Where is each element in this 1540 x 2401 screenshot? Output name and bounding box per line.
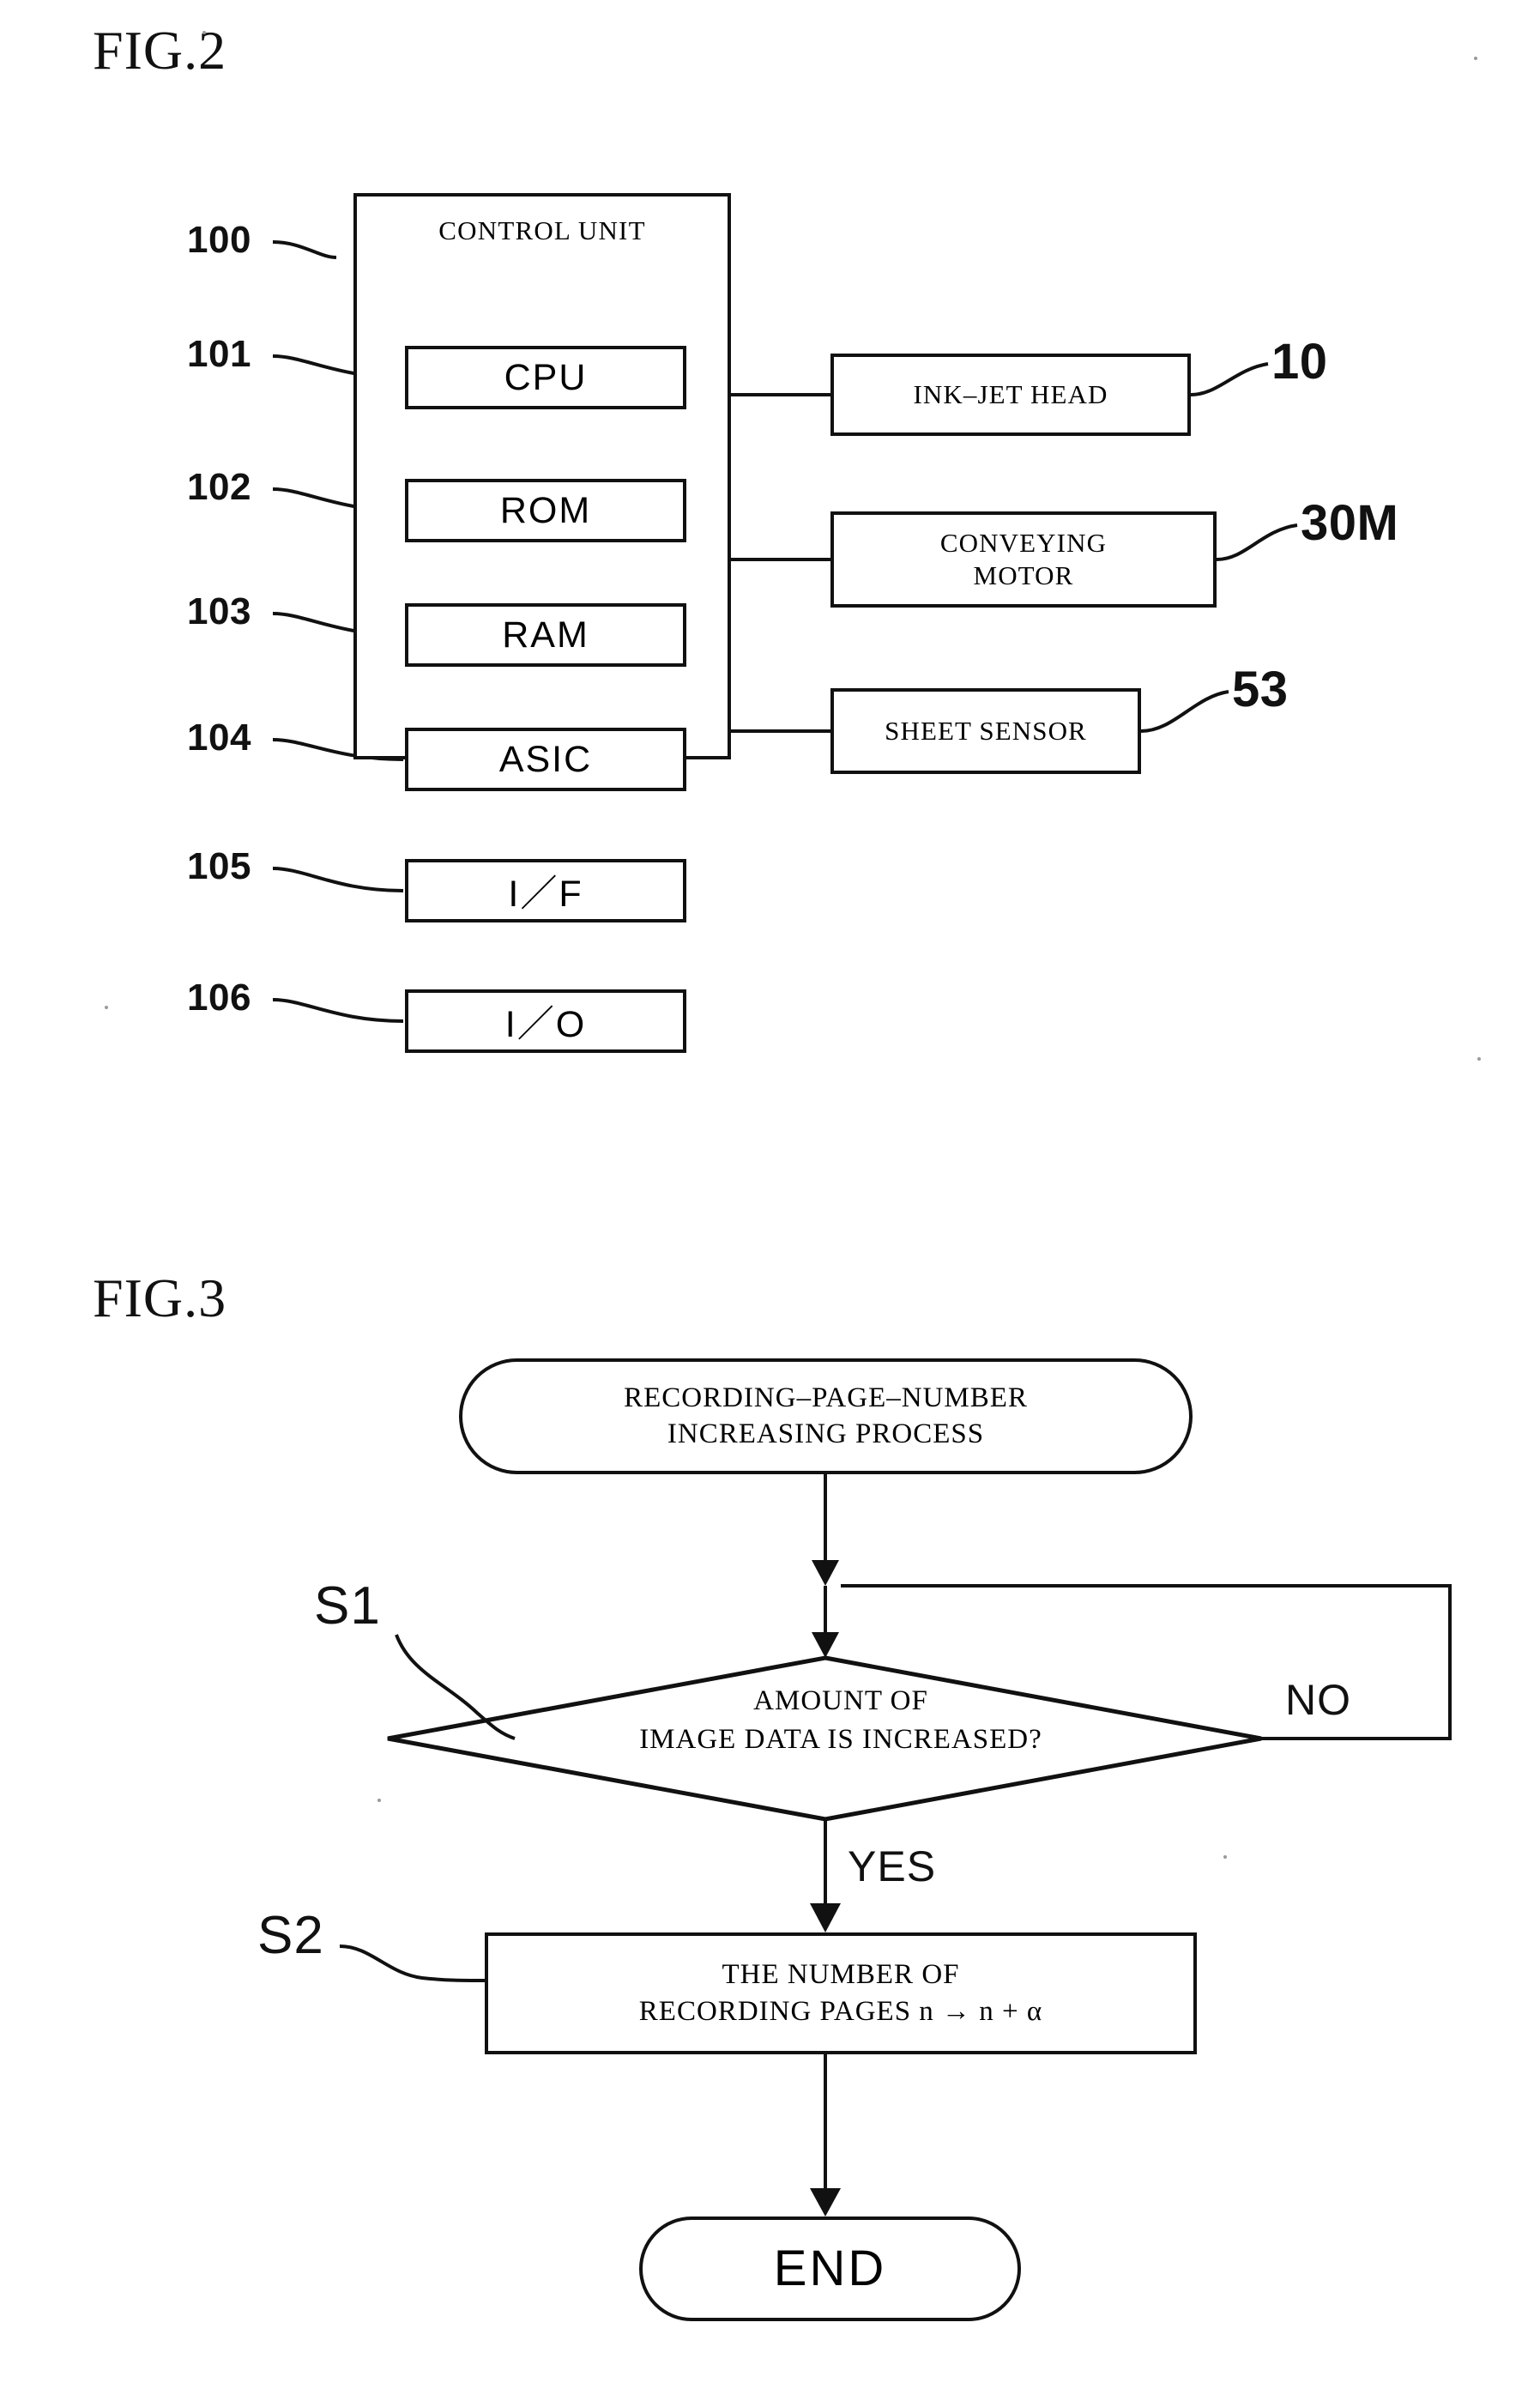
component-box-rom: ROM: [405, 479, 686, 542]
scan-speck: [202, 31, 206, 34]
peripheral-box-sheet-sensor: SHEET SENSOR: [830, 688, 1141, 774]
reference-numeral-30m: 30M: [1301, 495, 1399, 551]
scan-speck: [1477, 1057, 1481, 1061]
arrowhead-yes: [810, 1903, 841, 1932]
component-box-asic: ASIC: [405, 728, 686, 791]
decision-label: AMOUNT OF IMAGE DATA IS INCREASED?: [639, 1685, 1042, 1755]
control-unit-label: CONTROL UNIT: [438, 215, 646, 245]
peripheral-box-conveying-motor: CONVEYING MOTOR: [830, 511, 1217, 608]
reference-numeral-100: 100: [187, 219, 251, 261]
peripheral-box-ink-jet-head: INK–JET HEAD: [830, 354, 1191, 436]
step-label-s1: S1: [314, 1576, 381, 1636]
reference-numeral-103: 103: [187, 590, 251, 632]
arrowhead-junction: [812, 1560, 839, 1586]
figure-2-title: FIG.2: [93, 20, 227, 81]
reference-numeral-10: 10: [1271, 334, 1328, 390]
leader-line-30m: [1216, 523, 1298, 561]
component-box-if: I／F: [405, 859, 686, 922]
leader-line-53: [1140, 690, 1229, 733]
component-box-ram: RAM: [405, 603, 686, 667]
process-box-label: THE NUMBER OF RECORDING PAGES n → n + α: [638, 1959, 1043, 2027]
start-terminal-label: RECORDING–PAGE–NUMBER INCREASING PROCESS: [624, 1382, 1028, 1449]
scan-speck: [1223, 1855, 1227, 1859]
reference-numeral-101: 101: [187, 333, 251, 375]
scan-speck: [1474, 57, 1477, 60]
flowchart-end-terminal: END: [639, 2217, 1021, 2321]
scan-speck: [105, 1006, 108, 1009]
arrowhead-decision-top: [812, 1632, 839, 1658]
flowchart-process-box: THE NUMBER OF RECORDING PAGES n → n + α: [485, 1932, 1197, 2054]
step-label-s2: S2: [257, 1906, 324, 1965]
leader-line-100: [272, 240, 337, 259]
flowchart-start-terminal: RECORDING–PAGE–NUMBER INCREASING PROCESS: [459, 1358, 1193, 1474]
leader-line-10: [1190, 362, 1269, 396]
branch-label-yes: YES: [848, 1842, 937, 1890]
patent-figure-sheet: FIG.2 CONTROL UNIT CPU ROM RAM ASIC I／F …: [0, 0, 1540, 2401]
reference-numeral-106: 106: [187, 977, 251, 1019]
reference-numeral-104: 104: [187, 717, 251, 759]
peripheral-label-conveying-motor: CONVEYING MOTOR: [939, 528, 1108, 590]
component-box-cpu: CPU: [405, 346, 686, 409]
arrowhead-end: [810, 2188, 841, 2217]
control-unit-frame: CONTROL UNIT: [353, 193, 731, 759]
leader-line-s2: [339, 1944, 486, 1982]
leader-line-106: [272, 998, 404, 1023]
reference-numeral-102: 102: [187, 466, 251, 508]
scan-speck: [377, 1799, 381, 1802]
branch-label-no: NO: [1285, 1676, 1351, 1724]
reference-numeral-53: 53: [1232, 662, 1289, 717]
figure-3-title: FIG.3: [93, 1267, 227, 1328]
reference-numeral-105: 105: [187, 845, 251, 887]
leader-line-105: [272, 867, 404, 892]
component-box-io: I／O: [405, 989, 686, 1053]
